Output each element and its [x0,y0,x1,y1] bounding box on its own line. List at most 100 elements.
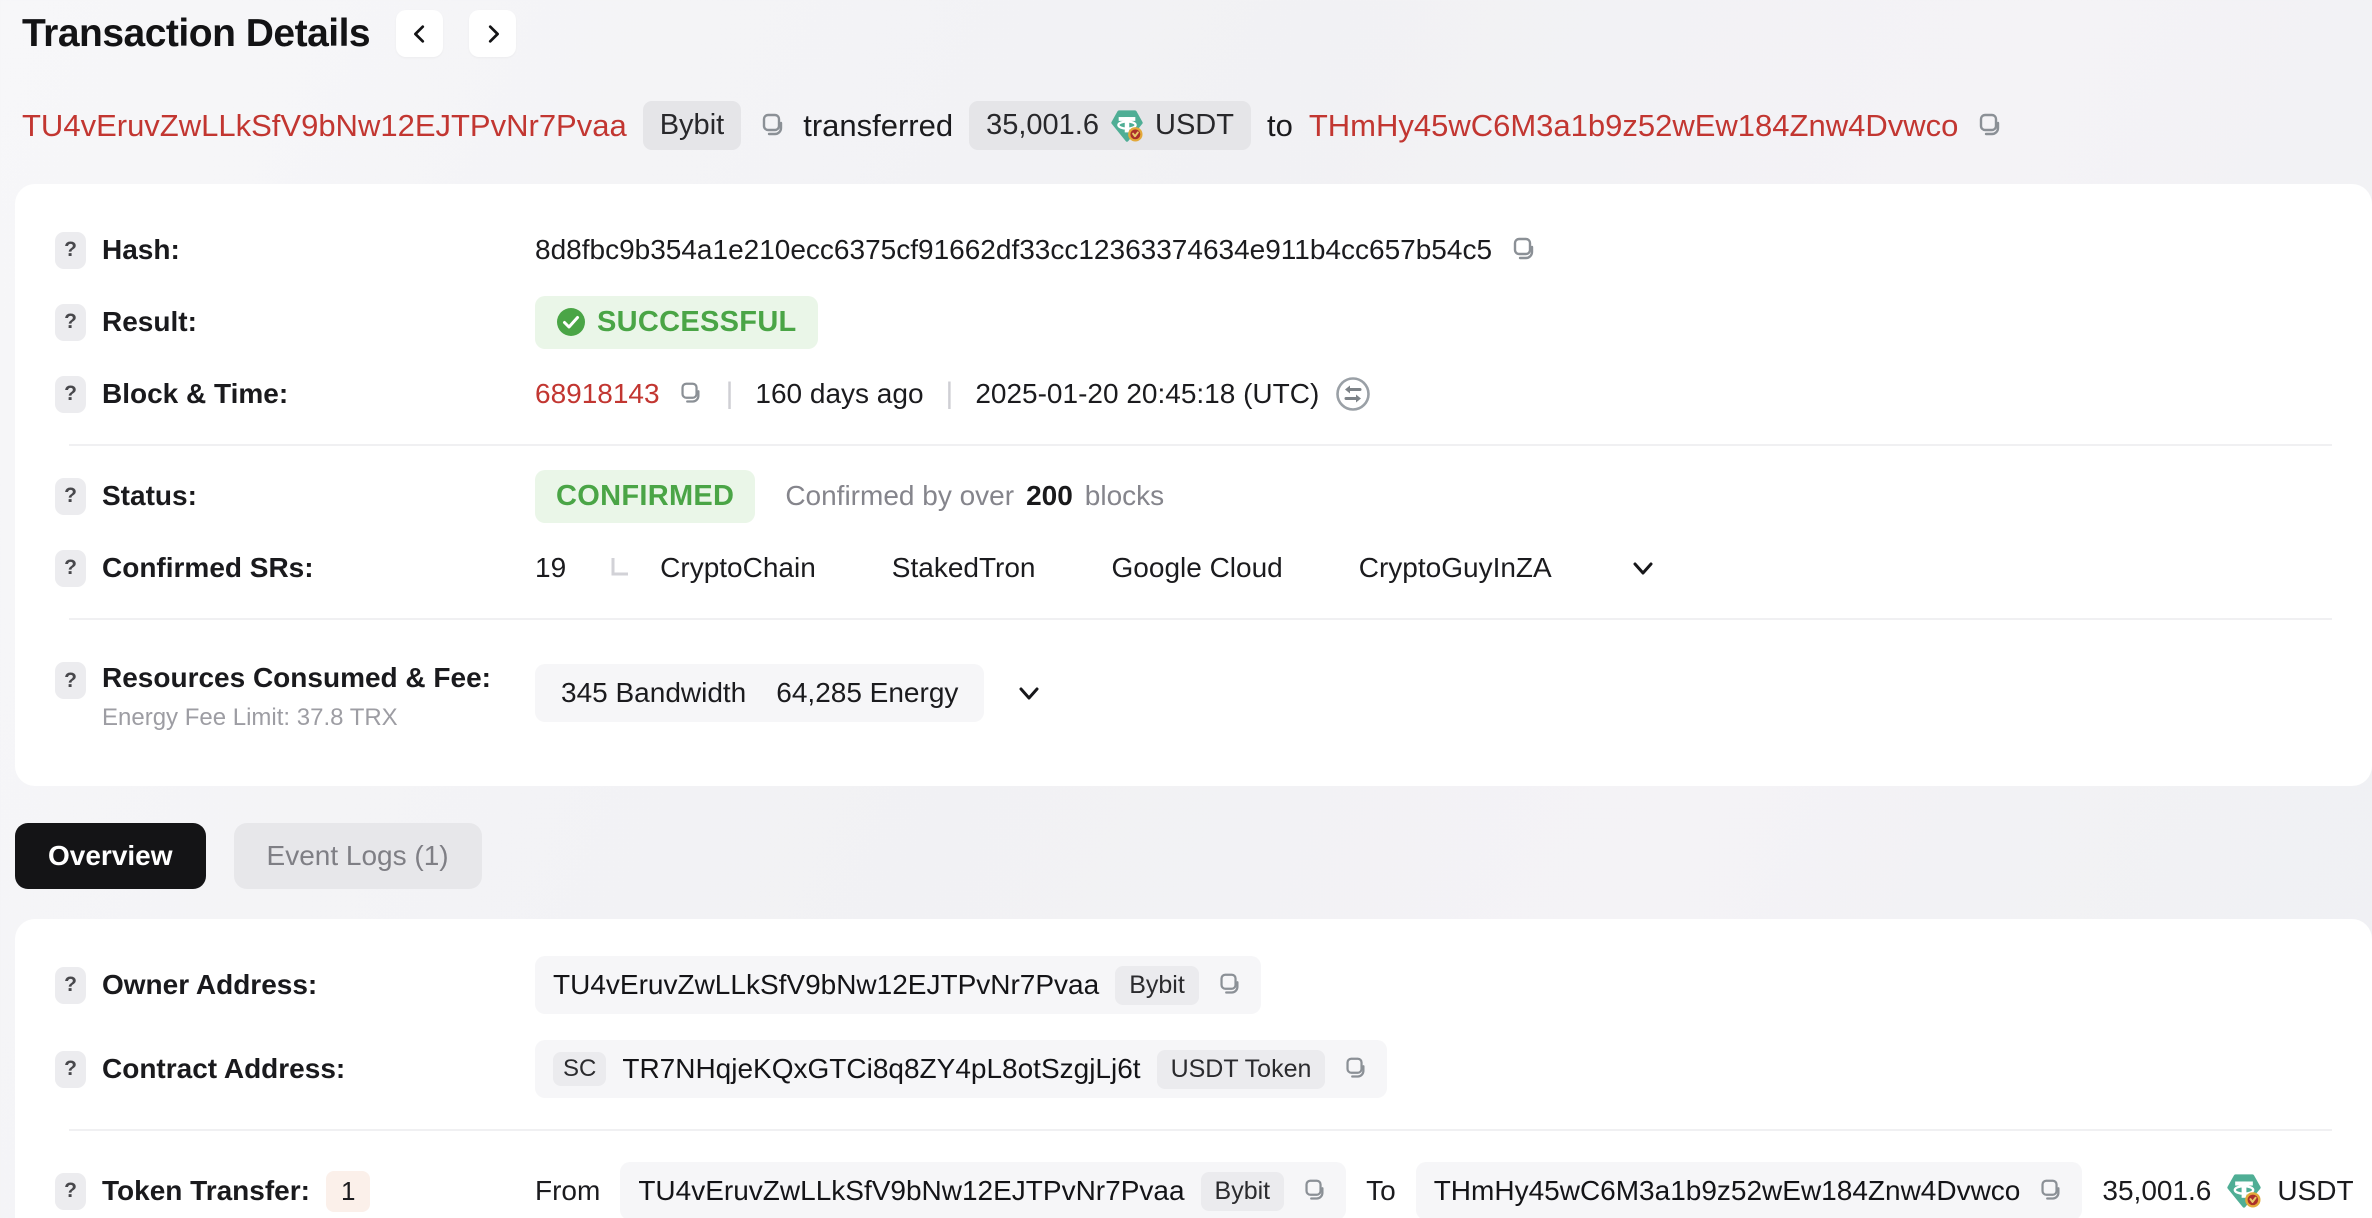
amount-chip[interactable]: 35,001.6 USDT [969,101,1251,150]
transfer-token-symbol: USDT [2277,1175,2353,1207]
help-icon[interactable]: ? [55,662,86,699]
expand-resources-chevron-icon[interactable] [1014,678,1044,708]
contract-address-row: ? Contract Address: SC TR7NHqjeKQxGTCi8q… [55,1031,2332,1107]
owner-address-label: Owner Address: [102,969,317,1001]
help-icon[interactable]: ? [55,478,86,515]
overview-card: ? Owner Address: TU4vEruvZwLLkSfV9bNw12E… [15,919,2372,1218]
amount-token-symbol: USDT [1155,109,1234,142]
divider [69,444,2332,446]
status-label: Status: [102,480,197,512]
copy-icon[interactable] [757,111,787,141]
copy-icon[interactable] [1341,1055,1369,1083]
transaction-details-page: Transaction Details TU4vEruvZwLLkSfV9bNw… [0,0,2372,1218]
copy-icon[interactable] [2036,1177,2064,1205]
contract-address-label: Contract Address: [102,1053,345,1085]
status-badge: CONFIRMED [535,470,755,523]
bandwidth-consumed: 345 Bandwidth [561,677,746,709]
chevron-left-icon [409,23,431,45]
tab-event-logs[interactable]: Event Logs (1) [234,823,482,889]
token-transfer-row: ? Token Transfer: 1 From TU4vEruvZwLLkSf… [55,1153,2332,1218]
divider [69,618,2332,620]
tab-bar: Overview Event Logs (1) [15,823,2372,889]
sr-link[interactable]: CryptoGuyInZA [1359,552,1552,584]
status-note-suffix: blocks [1085,480,1164,512]
block-age: 160 days ago [755,378,923,410]
owner-address-box: TU4vEruvZwLLkSfV9bNw12EJTPvNr7Pvaa Bybit [535,956,1261,1014]
result-label: Result: [102,306,197,338]
to-word: to [1267,108,1293,144]
from-address-link[interactable]: TU4vEruvZwLLkSfV9bNw12EJTPvNr7Pvaa [22,108,627,144]
separator: | [940,377,960,411]
energy-fee-limit: Energy Fee Limit: 37.8 TRX [102,704,491,732]
tether-token-icon [2227,1174,2261,1208]
sr-link[interactable]: Google Cloud [1112,552,1283,584]
to-address-link[interactable]: THmHy45wC6M3a1b9z52wEw184Znw4Dvwco [1309,108,1959,144]
from-address-tag[interactable]: Bybit [643,101,741,150]
help-icon[interactable]: ? [55,232,86,269]
separator: | [720,377,740,411]
divider [69,1129,2332,1131]
owner-address-row: ? Owner Address: TU4vEruvZwLLkSfV9bNw12E… [55,947,2332,1023]
tether-token-icon [1111,110,1143,142]
transfer-to-address-link[interactable]: THmHy45wC6M3a1b9z52wEw184Znw4Dvwco [1434,1175,2021,1207]
tab-overview[interactable]: Overview [15,823,206,889]
transaction-details-card: ? Hash: 8d8fbc9b354a1e210ecc6375cf91662d… [15,184,2372,786]
smart-contract-tag: SC [553,1052,606,1086]
block-number-link[interactable]: 68918143 [535,378,660,410]
transfer-from-box: TU4vEruvZwLLkSfV9bNw12EJTPvNr7Pvaa Bybit [620,1162,1346,1218]
contract-address-link[interactable]: TR7NHqjeKQxGTCi8q8ZY4pL8otSzgjLj6t [622,1053,1140,1085]
status-note-prefix: Confirmed by over [785,480,1014,512]
result-value: SUCCESSFUL [597,306,797,339]
copy-icon[interactable] [1300,1177,1328,1205]
energy-consumed: 64,285 Energy [776,677,958,709]
hash-row: ? Hash: 8d8fbc9b354a1e210ecc6375cf91662d… [55,214,2332,286]
block-time-label: Block & Time: [102,378,288,410]
status-note-count: 200 [1026,480,1073,512]
expand-srs-chevron-icon[interactable] [1628,553,1658,583]
to-word: To [1366,1175,1396,1207]
sr-count: 19 [535,552,566,584]
contract-address-box: SC TR7NHqjeKQxGTCi8q8ZY4pL8otSzgjLj6t US… [535,1040,1387,1098]
help-icon[interactable]: ? [55,376,86,413]
help-icon[interactable]: ? [55,304,86,341]
block-time-row: ? Block & Time: 68918143 | 160 days ago … [55,358,2332,430]
copy-icon[interactable] [1215,971,1243,999]
amount-value: 35,001.6 [986,109,1099,142]
help-icon[interactable]: ? [55,1173,86,1210]
next-transaction-button[interactable] [469,10,516,57]
hash-label: Hash: [102,234,180,266]
transfer-to-box: THmHy45wC6M3a1b9z52wEw184Znw4Dvwco [1416,1162,2083,1218]
owner-address-link[interactable]: TU4vEruvZwLLkSfV9bNw12EJTPvNr7Pvaa [553,969,1099,1001]
page-title: Transaction Details [22,12,370,56]
page-header: Transaction Details [0,10,2372,57]
token-transfer-label: Token Transfer: [102,1175,310,1207]
confirmed-srs-label: Confirmed SRs: [102,552,314,584]
help-icon[interactable]: ? [55,1051,86,1088]
sr-link[interactable]: StakedTron [892,552,1036,584]
copy-icon[interactable] [1974,111,2004,141]
help-icon[interactable]: ? [55,967,86,1004]
action-label: transferred [803,108,953,144]
timezone-toggle-icon[interactable] [1335,376,1371,412]
block-timestamp: 2025-01-20 20:45:18 (UTC) [975,378,1319,410]
copy-icon[interactable] [676,380,704,408]
transfer-from-address-link[interactable]: TU4vEruvZwLLkSfV9bNw12EJTPvNr7Pvaa [638,1175,1184,1207]
sr-link[interactable]: CryptoChain [660,552,816,584]
result-row: ? Result: SUCCESSFUL [55,286,2332,358]
from-word: From [535,1175,600,1207]
resources-label: Resources Consumed & Fee: [102,662,491,694]
token-transfer-count: 1 [326,1171,370,1212]
hash-value: 8d8fbc9b354a1e210ecc6375cf91662df33cc123… [535,234,1492,266]
previous-transaction-button[interactable] [396,10,443,57]
check-circle-icon [556,307,586,337]
transfer-from-tag[interactable]: Bybit [1201,1172,1285,1211]
resources-chip[interactable]: 345 Bandwidth 64,285 Energy [535,664,984,722]
corner-branch-icon [608,556,632,580]
transfer-amount: 35,001.6 [2102,1175,2211,1207]
copy-icon[interactable] [1508,235,1538,265]
owner-address-tag[interactable]: Bybit [1115,966,1199,1005]
chevron-right-icon [482,23,504,45]
contract-token-tag[interactable]: USDT Token [1157,1050,1326,1089]
transfer-summary: TU4vEruvZwLLkSfV9bNw12EJTPvNr7Pvaa Bybit… [0,101,2372,150]
help-icon[interactable]: ? [55,550,86,587]
